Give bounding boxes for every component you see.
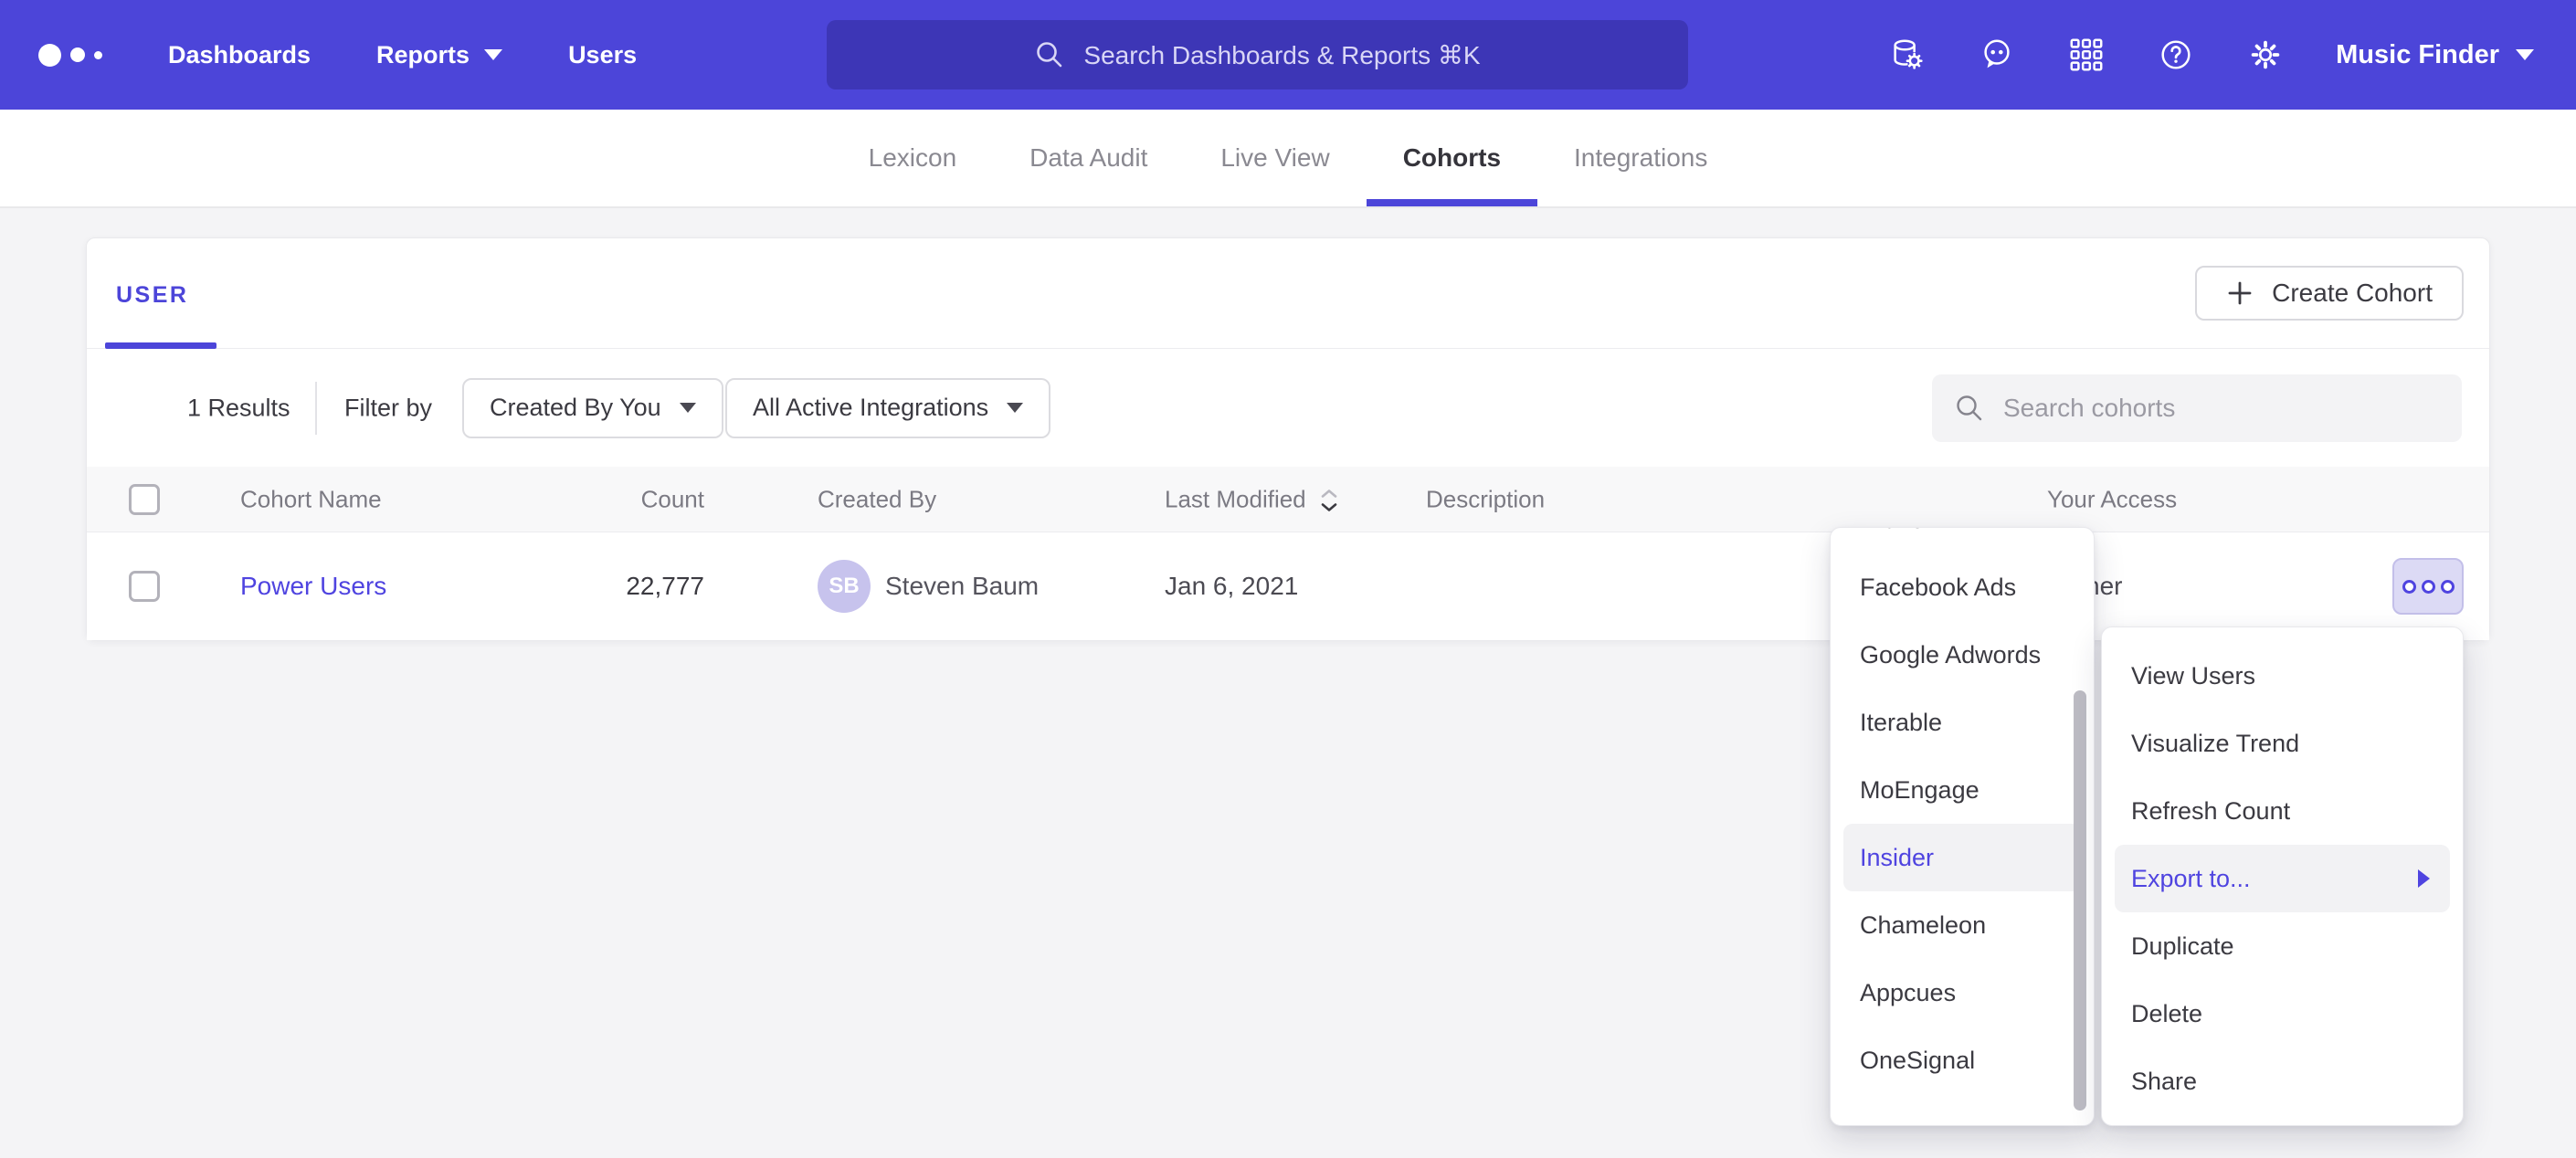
nav-reports-label: Reports	[376, 41, 470, 69]
app-grid-icon[interactable]	[2067, 36, 2106, 74]
created-by-filter-value: Created By You	[490, 394, 661, 422]
sort-icon[interactable]	[1319, 489, 1339, 513]
chevron-down-icon	[484, 49, 502, 60]
column-cohort-name: Cohort Name	[240, 485, 382, 513]
global-search-placeholder: Search Dashboards & Reports ⌘K	[1083, 40, 1480, 70]
row-context-menu: View Users Visualize Trend Refresh Count…	[2101, 626, 2464, 1126]
submenu-item-braze[interactable]: Braze	[1831, 528, 2094, 553]
mixpanel-logo-icon[interactable]	[38, 44, 102, 67]
section-tabs: Lexicon Data Audit Live View Cohorts Int…	[0, 110, 2576, 208]
divider	[315, 382, 317, 435]
filter-toolbar: 1 Results Filter by Created By You All A…	[87, 349, 2489, 467]
table-header-row: Cohort Name Count Created By Last Modifi…	[87, 467, 2489, 532]
ellipsis-icon	[2441, 580, 2455, 594]
cohort-count: 22,777	[480, 572, 704, 601]
submenu-item-moengage[interactable]: MoEngage	[1831, 756, 2094, 824]
nav-dashboards[interactable]: Dashboards	[168, 41, 311, 69]
search-icon	[1954, 393, 1985, 424]
tab-lexicon[interactable]: Lexicon	[832, 110, 994, 206]
feedback-icon[interactable]	[1978, 36, 2016, 74]
created-by-name: Steven Baum	[885, 572, 1039, 601]
submenu-item-facebook-ads[interactable]: Facebook Ads	[1831, 553, 2094, 621]
nav-right-icons: Music Finder	[1888, 0, 2534, 110]
last-modified-label: Last Modified	[1165, 485, 1306, 512]
created-by-cell: SB Steven Baum	[818, 560, 1039, 613]
tab-user-cohorts[interactable]: USER	[116, 282, 188, 309]
chevron-down-icon	[680, 403, 696, 413]
plus-icon	[2226, 279, 2254, 307]
cohort-search-input[interactable]	[2003, 394, 2423, 423]
app-screen: Dashboards Reports Users Search Dashboar…	[0, 0, 2576, 1158]
global-search-button[interactable]: Search Dashboards & Reports ⌘K	[827, 20, 1688, 89]
ellipsis-icon	[2402, 580, 2416, 594]
create-cohort-button[interactable]: Create Cohort	[2195, 266, 2464, 321]
menu-item-refresh-count[interactable]: Refresh Count	[2102, 777, 2463, 845]
data-management-icon[interactable]	[1888, 36, 1927, 74]
tab-integrations[interactable]: Integrations	[1537, 110, 1744, 206]
logo-dot	[38, 44, 61, 67]
created-by-filter-dropdown[interactable]: Created By You	[462, 378, 723, 438]
select-all-checkbox[interactable]	[129, 484, 160, 515]
last-modified-value: Jan 6, 2021	[1165, 572, 1298, 601]
tab-data-audit[interactable]: Data Audit	[993, 110, 1184, 206]
chevron-down-icon	[2516, 49, 2534, 60]
nav-users[interactable]: Users	[568, 41, 637, 69]
column-your-access: Your Access	[2047, 485, 2177, 513]
menu-item-duplicate[interactable]: Duplicate	[2102, 912, 2463, 980]
menu-item-delete[interactable]: Delete	[2102, 980, 2463, 1047]
table-row: Power Users 22,777 SB Steven Baum Jan 6,…	[87, 532, 2489, 640]
submenu-item-chameleon[interactable]: Chameleon	[1831, 891, 2094, 959]
cohort-name-link[interactable]: Power Users	[240, 572, 386, 601]
avatar: SB	[818, 560, 871, 613]
submenu-item-appcues[interactable]: Appcues	[1831, 959, 2094, 1026]
help-icon[interactable]	[2157, 36, 2195, 74]
logo-dot	[70, 47, 85, 62]
submenu-item-insider[interactable]: Insider	[1843, 824, 2081, 891]
filter-by-label: Filter by	[344, 394, 432, 422]
submenu-item-onesignal[interactable]: OneSignal	[1831, 1026, 2094, 1094]
column-count: Count	[480, 485, 704, 513]
integrations-filter-value: All Active Integrations	[753, 394, 988, 422]
submenu-scrollbar[interactable]	[2074, 690, 2086, 1111]
cohort-type-header: USER Create Cohort	[87, 238, 2489, 349]
export-destination-submenu: Braze Facebook Ads Google Adwords Iterab…	[1830, 527, 2095, 1126]
integrations-filter-dropdown[interactable]: All Active Integrations	[725, 378, 1050, 438]
results-count: 1 Results	[187, 394, 290, 422]
row-actions-button[interactable]	[2392, 558, 2464, 615]
cohorts-card: USER Create Cohort 1 Results Filter by C…	[86, 237, 2490, 641]
tab-cohorts[interactable]: Cohorts	[1367, 110, 1537, 206]
menu-item-view-users[interactable]: View Users	[2102, 642, 2463, 710]
submenu-arrow-icon	[2418, 869, 2430, 888]
row-checkbox[interactable]	[129, 571, 160, 602]
submenu-item-google-adwords[interactable]: Google Adwords	[1831, 621, 2094, 689]
menu-item-share[interactable]: Share	[2102, 1047, 2463, 1115]
workspace-switcher[interactable]: Music Finder	[2336, 40, 2534, 70]
settings-gear-icon[interactable]	[2246, 36, 2285, 74]
column-last-modified[interactable]: Last Modified	[1165, 485, 1339, 513]
workspace-name: Music Finder	[2336, 40, 2499, 70]
top-nav: Dashboards Reports Users Search Dashboar…	[0, 0, 2576, 110]
menu-item-export-to[interactable]: Export to...	[2115, 845, 2450, 912]
column-created-by: Created By	[818, 485, 936, 513]
column-description: Description	[1426, 485, 1545, 513]
active-tab-underline	[105, 342, 216, 349]
create-cohort-label: Create Cohort	[2272, 279, 2433, 308]
search-icon	[1034, 39, 1065, 70]
nav-reports[interactable]: Reports	[376, 41, 502, 69]
menu-item-visualize-trend[interactable]: Visualize Trend	[2102, 710, 2463, 777]
submenu-item-iterable[interactable]: Iterable	[1831, 689, 2094, 756]
ellipsis-icon	[2422, 580, 2435, 594]
logo-dot	[94, 51, 102, 59]
cohort-search-field	[1932, 374, 2462, 442]
tab-live-view[interactable]: Live View	[1184, 110, 1366, 206]
export-to-label: Export to...	[2131, 865, 2251, 893]
chevron-down-icon	[1007, 403, 1023, 413]
